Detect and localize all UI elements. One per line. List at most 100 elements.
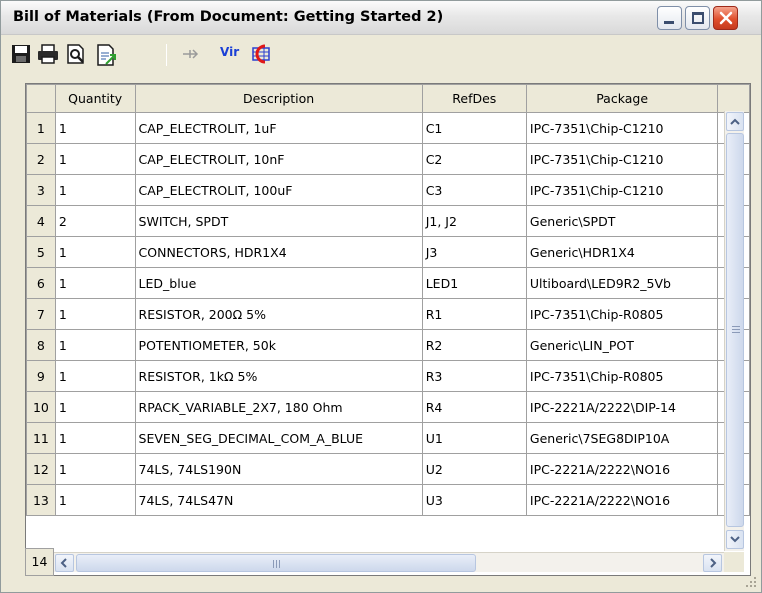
table-row[interactable]: 12 1 74LS, 74LS190N U2 IPC-2221A/2222\NO16 [26,453,750,485]
description-cell[interactable]: SEVEN_SEG_DECIMAL_COM_A_BLUE [134,422,423,454]
package-cell[interactable]: Generic\SPDT [525,205,719,237]
table-row[interactable]: 8 1 POTENTIOMETER, 50k R2 Generic\LIN_POT [26,329,750,361]
description-cell[interactable]: RPACK_VARIABLE_2X7, 180 Ohm [134,391,423,423]
table-row[interactable]: 6 1 LED_blue LED1 Ultiboard\LED9R2_5Vb [26,267,750,299]
package-cell[interactable]: Generic\7SEG8DIP10A [525,422,719,454]
horizontal-scrollbar[interactable] [54,552,724,572]
description-cell[interactable]: POTENTIOMETER, 50k [134,329,423,361]
column-header-quantity[interactable]: Quantity [54,84,136,113]
package-cell[interactable]: Generic\LIN_POT [525,329,719,361]
export-button[interactable] [93,42,117,66]
column-header-package[interactable]: Package [525,84,719,113]
print-preview-button[interactable] [64,42,88,66]
quantity-cell[interactable]: 1 [54,360,136,392]
vertical-scrollbar[interactable] [724,111,744,551]
scroll-right-button[interactable] [703,554,722,572]
quantity-cell[interactable]: 1 [54,391,136,423]
horizontal-scroll-thumb[interactable] [76,554,476,572]
row-header[interactable]: 13 [26,484,56,516]
row-header-14[interactable]: 14 [25,548,54,576]
description-cell[interactable]: CONNECTORS, HDR1X4 [134,236,423,268]
scroll-down-button[interactable] [726,530,744,549]
description-cell[interactable]: LED_blue [134,267,423,299]
table-row[interactable]: 10 1 RPACK_VARIABLE_2X7, 180 Ohm R4 IPC-2221… [26,391,750,423]
row-header[interactable]: 2 [26,143,56,175]
arrow-button[interactable] [179,42,203,66]
refdes-cell[interactable]: U1 [421,422,527,454]
quantity-cell[interactable]: 1 [54,174,136,206]
quantity-cell[interactable]: 1 [54,484,136,516]
description-cell[interactable]: 74LS, 74LS47N [134,484,423,516]
table-row[interactable]: 3 1 CAP_ELECTROLIT, 100uF C3 IPC-7351\Chip-C… [26,174,750,206]
quantity-cell[interactable]: 2 [54,205,136,237]
refdes-cell[interactable]: J3 [421,236,527,268]
package-cell[interactable]: Ultiboard\LED9R2_5Vb [525,267,719,299]
description-cell[interactable]: CAP_ELECTROLIT, 100uF [134,174,423,206]
vertical-scroll-thumb[interactable] [726,133,744,527]
table-row[interactable]: 1 1 CAP_ELECTROLIT, 1uF C1 IPC-7351\Chip-C12… [26,112,750,144]
print-button[interactable] [36,42,60,66]
row-header[interactable]: 12 [26,453,56,485]
table-row[interactable]: 7 1 RESISTOR, 200Ω 5% R1 IPC-7351\Chip-R0805 [26,298,750,330]
package-cell[interactable]: IPC-7351\Chip-C1210 [525,174,719,206]
bom-grid[interactable]: Quantity Description RefDes Package 1 1 CA… [25,83,751,576]
package-cell[interactable]: IPC-7351\Chip-R0805 [525,360,719,392]
package-cell[interactable]: IPC-7351\Chip-C1210 [525,112,719,144]
quantity-cell[interactable]: 1 [54,143,136,175]
table-row[interactable]: 2 1 CAP_ELECTROLIT, 10nF C2 IPC-7351\Chip-C1… [26,143,750,175]
table-row[interactable]: 4 2 SWITCH, SPDT J1, J2 Generic\SPDT [26,205,750,237]
refdes-cell[interactable]: LED1 [421,267,527,299]
package-cell[interactable]: IPC-2221A/2222\NO16 [525,484,719,516]
refdes-cell[interactable]: R3 [421,360,527,392]
refdes-cell[interactable]: C1 [421,112,527,144]
description-cell[interactable]: CAP_ELECTROLIT, 1uF [134,112,423,144]
row-header[interactable]: 11 [26,422,56,454]
description-cell[interactable]: SWITCH, SPDT [134,205,423,237]
quantity-cell[interactable]: 1 [54,329,136,361]
scroll-left-button[interactable] [55,554,74,572]
table-row[interactable]: 9 1 RESISTOR, 1kΩ 5% R3 IPC-7351\Chip-R0805 [26,360,750,392]
scroll-up-button[interactable] [726,112,744,131]
quantity-cell[interactable]: 1 [54,422,136,454]
component-button[interactable] [249,42,273,66]
row-header[interactable]: 5 [26,236,56,268]
description-cell[interactable]: 74LS, 74LS190N [134,453,423,485]
row-header[interactable]: 1 [26,112,56,144]
refdes-cell[interactable]: R1 [421,298,527,330]
table-row[interactable]: 5 1 CONNECTORS, HDR1X4 J3 Generic\HDR1X4 [26,236,750,268]
row-header[interactable]: 4 [26,205,56,237]
resize-grip-icon[interactable] [745,576,757,588]
column-header-extra[interactable] [717,84,750,113]
refdes-cell[interactable]: R4 [421,391,527,423]
row-header[interactable]: 7 [26,298,56,330]
quantity-cell[interactable]: 1 [54,267,136,299]
package-cell[interactable]: IPC-7351\Chip-C1210 [525,143,719,175]
row-header[interactable]: 10 [26,391,56,423]
title-bar[interactable]: Bill of Materials (From Document: Gettin… [1,1,761,35]
virtual-components-button[interactable]: Vir [215,42,245,66]
description-cell[interactable]: RESISTOR, 1kΩ 5% [134,360,423,392]
row-header[interactable]: 8 [26,329,56,361]
refdes-cell[interactable]: U2 [421,453,527,485]
save-button[interactable] [9,42,33,66]
quantity-cell[interactable]: 1 [54,453,136,485]
package-cell[interactable]: Generic\HDR1X4 [525,236,719,268]
maximize-button[interactable] [685,6,710,30]
quantity-cell[interactable]: 1 [54,236,136,268]
table-row[interactable]: 11 1 SEVEN_SEG_DECIMAL_COM_A_BLUE U1 Generic… [26,422,750,454]
table-row[interactable]: 13 1 74LS, 74LS47N U3 IPC-2221A/2222\NO16 [26,484,750,516]
corner-header[interactable] [26,84,56,113]
package-cell[interactable]: IPC-7351\Chip-R0805 [525,298,719,330]
refdes-cell[interactable]: C3 [421,174,527,206]
row-header[interactable]: 9 [26,360,56,392]
package-cell[interactable]: IPC-2221A/2222\DIP-14 [525,391,719,423]
refdes-cell[interactable]: J1, J2 [421,205,527,237]
refdes-cell[interactable]: R2 [421,329,527,361]
column-header-refdes[interactable]: RefDes [421,84,527,113]
description-cell[interactable]: CAP_ELECTROLIT, 10nF [134,143,423,175]
quantity-cell[interactable]: 1 [54,298,136,330]
column-header-description[interactable]: Description [134,84,423,113]
refdes-cell[interactable]: C2 [421,143,527,175]
minimize-button[interactable] [657,6,682,30]
refdes-cell[interactable]: U3 [421,484,527,516]
